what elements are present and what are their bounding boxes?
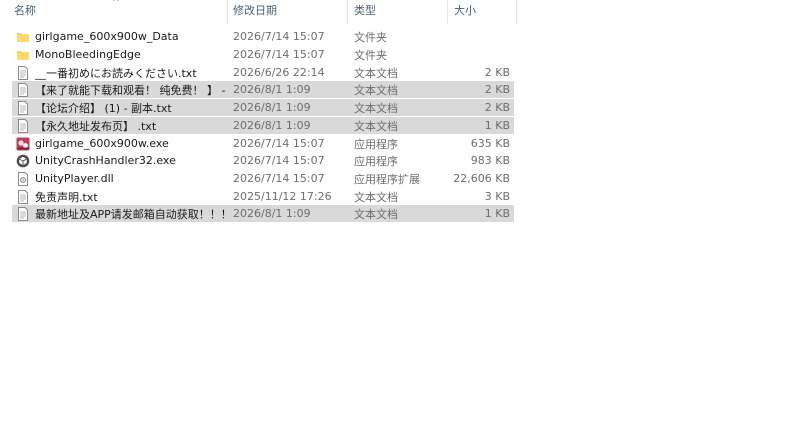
file-row[interactable]: 免责声明.txt 2025/11/12 17:26 文本文档 3 KB xyxy=(12,188,514,205)
file-size: 1 KB xyxy=(484,207,510,220)
unity-exe-icon xyxy=(16,154,30,168)
file-name-cell: 【论坛介绍】 (1) - 副本.txt xyxy=(12,100,228,116)
folder-icon xyxy=(16,30,30,44)
sort-ascending-icon: ^ xyxy=(112,0,120,8)
column-header-date[interactable]: 修改日期 xyxy=(228,0,348,24)
text-file-icon xyxy=(16,65,30,80)
file-name: 最新地址及APP请发邮箱自动获取！！！... xyxy=(35,207,228,221)
file-name: girlgame_600x900w_Data xyxy=(35,30,179,43)
file-date: 2026/8/1 1:09 xyxy=(233,83,311,96)
file-name-cell: 【永久地址发布页】 .txt xyxy=(12,118,228,134)
file-type: 文本文档 xyxy=(354,66,398,80)
column-header-type[interactable]: 类型 xyxy=(348,0,448,24)
file-date: 2026/8/1 1:09 xyxy=(233,101,311,114)
file-type: 文件夹 xyxy=(354,30,387,44)
file-name-cell: UnityPlayer.dll xyxy=(12,171,228,186)
file-row[interactable]: 【永久地址发布页】 .txt 2026/8/1 1:09 文本文档 1 KB xyxy=(12,117,514,134)
file-name: UnityCrashHandler32.exe xyxy=(35,154,176,167)
file-name: UnityPlayer.dll xyxy=(35,172,114,185)
file-type: 应用程序扩展 xyxy=(354,172,420,186)
file-date: 2025/11/12 17:26 xyxy=(233,190,332,203)
file-date: 2026/6/26 22:14 xyxy=(233,66,325,79)
file-size: 983 KB xyxy=(470,154,510,167)
file-name-cell: 免责声明.txt xyxy=(12,189,228,205)
folder-icon xyxy=(16,48,30,62)
file-row[interactable]: girlgame_600x900w_Data 2026/7/14 15:07 文件夹 xyxy=(12,28,514,45)
file-name: 免责声明.txt xyxy=(35,190,98,204)
column-header-name[interactable]: ^ 名称 xyxy=(0,0,228,24)
file-row[interactable]: UnityPlayer.dll 2026/7/14 15:07 应用程序扩展 22,6… xyxy=(12,170,514,187)
file-type: 文本文档 xyxy=(354,207,398,221)
column-header-name-label: 名称 xyxy=(14,4,36,17)
text-file-icon xyxy=(16,118,30,133)
column-header-size[interactable]: 大小 xyxy=(448,0,517,24)
file-type: 文本文档 xyxy=(354,119,398,133)
file-size: 2 KB xyxy=(484,101,510,114)
column-header-size-label: 大小 xyxy=(454,4,476,17)
file-date: 2026/7/14 15:07 xyxy=(233,137,325,150)
file-size: 1 KB xyxy=(484,119,510,132)
file-date: 2026/8/1 1:09 xyxy=(233,119,311,132)
file-name-cell: MonoBleedingEdge xyxy=(12,48,228,62)
file-size: 635 KB xyxy=(470,137,510,150)
file-date: 2026/8/1 1:09 xyxy=(233,207,311,220)
file-name-cell: girlgame_600x900w.exe xyxy=(12,137,228,151)
file-name-cell: __一番初めにお読みください.txt xyxy=(12,65,228,81)
file-name: __一番初めにお読みください.txt xyxy=(35,66,197,80)
file-size: 22,606 KB xyxy=(453,172,510,185)
text-file-icon xyxy=(16,189,30,204)
file-type: 文本文档 xyxy=(354,83,398,97)
column-header-date-label: 修改日期 xyxy=(233,4,277,17)
file-name: MonoBleedingEdge xyxy=(35,48,141,61)
file-row[interactable]: 最新地址及APP请发邮箱自动获取！！！... 2026/8/1 1:09 文本文档 1… xyxy=(12,205,514,222)
file-name-cell: UnityCrashHandler32.exe xyxy=(12,154,228,168)
file-date: 2026/7/14 15:07 xyxy=(233,172,325,185)
file-row[interactable]: __一番初めにお読みください.txt 2026/6/26 22:14 文本文档 2 K… xyxy=(12,64,514,81)
file-type: 文件夹 xyxy=(354,48,387,62)
file-row[interactable]: 【论坛介绍】 (1) - 副本.txt 2026/8/1 1:09 文本文档 2 KB xyxy=(12,99,514,116)
file-type: 文本文档 xyxy=(354,101,398,115)
file-row[interactable]: MonoBleedingEdge 2026/7/14 15:07 文件夹 xyxy=(12,46,514,63)
column-header: ^ 名称 修改日期 类型 大小 xyxy=(0,0,517,25)
dll-file-icon xyxy=(16,171,30,186)
file-date: 2026/7/14 15:07 xyxy=(233,30,325,43)
file-name-cell: 【来了就能下载和观看！ 纯免费！ 】 - 副... xyxy=(12,82,228,98)
file-size: 2 KB xyxy=(484,66,510,79)
text-file-icon xyxy=(16,206,30,221)
game-exe-icon xyxy=(16,137,30,151)
file-name: girlgame_600x900w.exe xyxy=(35,137,169,150)
file-type: 应用程序 xyxy=(354,137,398,151)
column-header-type-label: 类型 xyxy=(354,4,376,17)
file-type: 文本文档 xyxy=(354,190,398,204)
file-size: 2 KB xyxy=(484,83,510,96)
file-date: 2026/7/14 15:07 xyxy=(233,48,325,61)
file-name: 【永久地址发布页】 .txt xyxy=(35,119,157,133)
file-row[interactable]: UnityCrashHandler32.exe 2026/7/14 15:07 应用… xyxy=(12,152,514,169)
file-row[interactable]: 【来了就能下载和观看！ 纯免费！ 】 - 副... 2026/8/1 1:09 文本… xyxy=(12,81,514,98)
file-row[interactable]: girlgame_600x900w.exe 2026/7/14 15:07 应用程序… xyxy=(12,135,514,152)
file-name: 【论坛介绍】 (1) - 副本.txt xyxy=(35,101,172,115)
file-date: 2026/7/14 15:07 xyxy=(233,154,325,167)
file-type: 应用程序 xyxy=(354,154,398,168)
file-name-cell: girlgame_600x900w_Data xyxy=(12,30,228,44)
file-size: 3 KB xyxy=(484,190,510,203)
file-name: 【来了就能下载和观看！ 纯免费！ 】 - 副... xyxy=(35,83,228,97)
text-file-icon xyxy=(16,82,30,97)
file-name-cell: 最新地址及APP请发邮箱自动获取！！！... xyxy=(12,206,228,222)
text-file-icon xyxy=(16,100,30,115)
